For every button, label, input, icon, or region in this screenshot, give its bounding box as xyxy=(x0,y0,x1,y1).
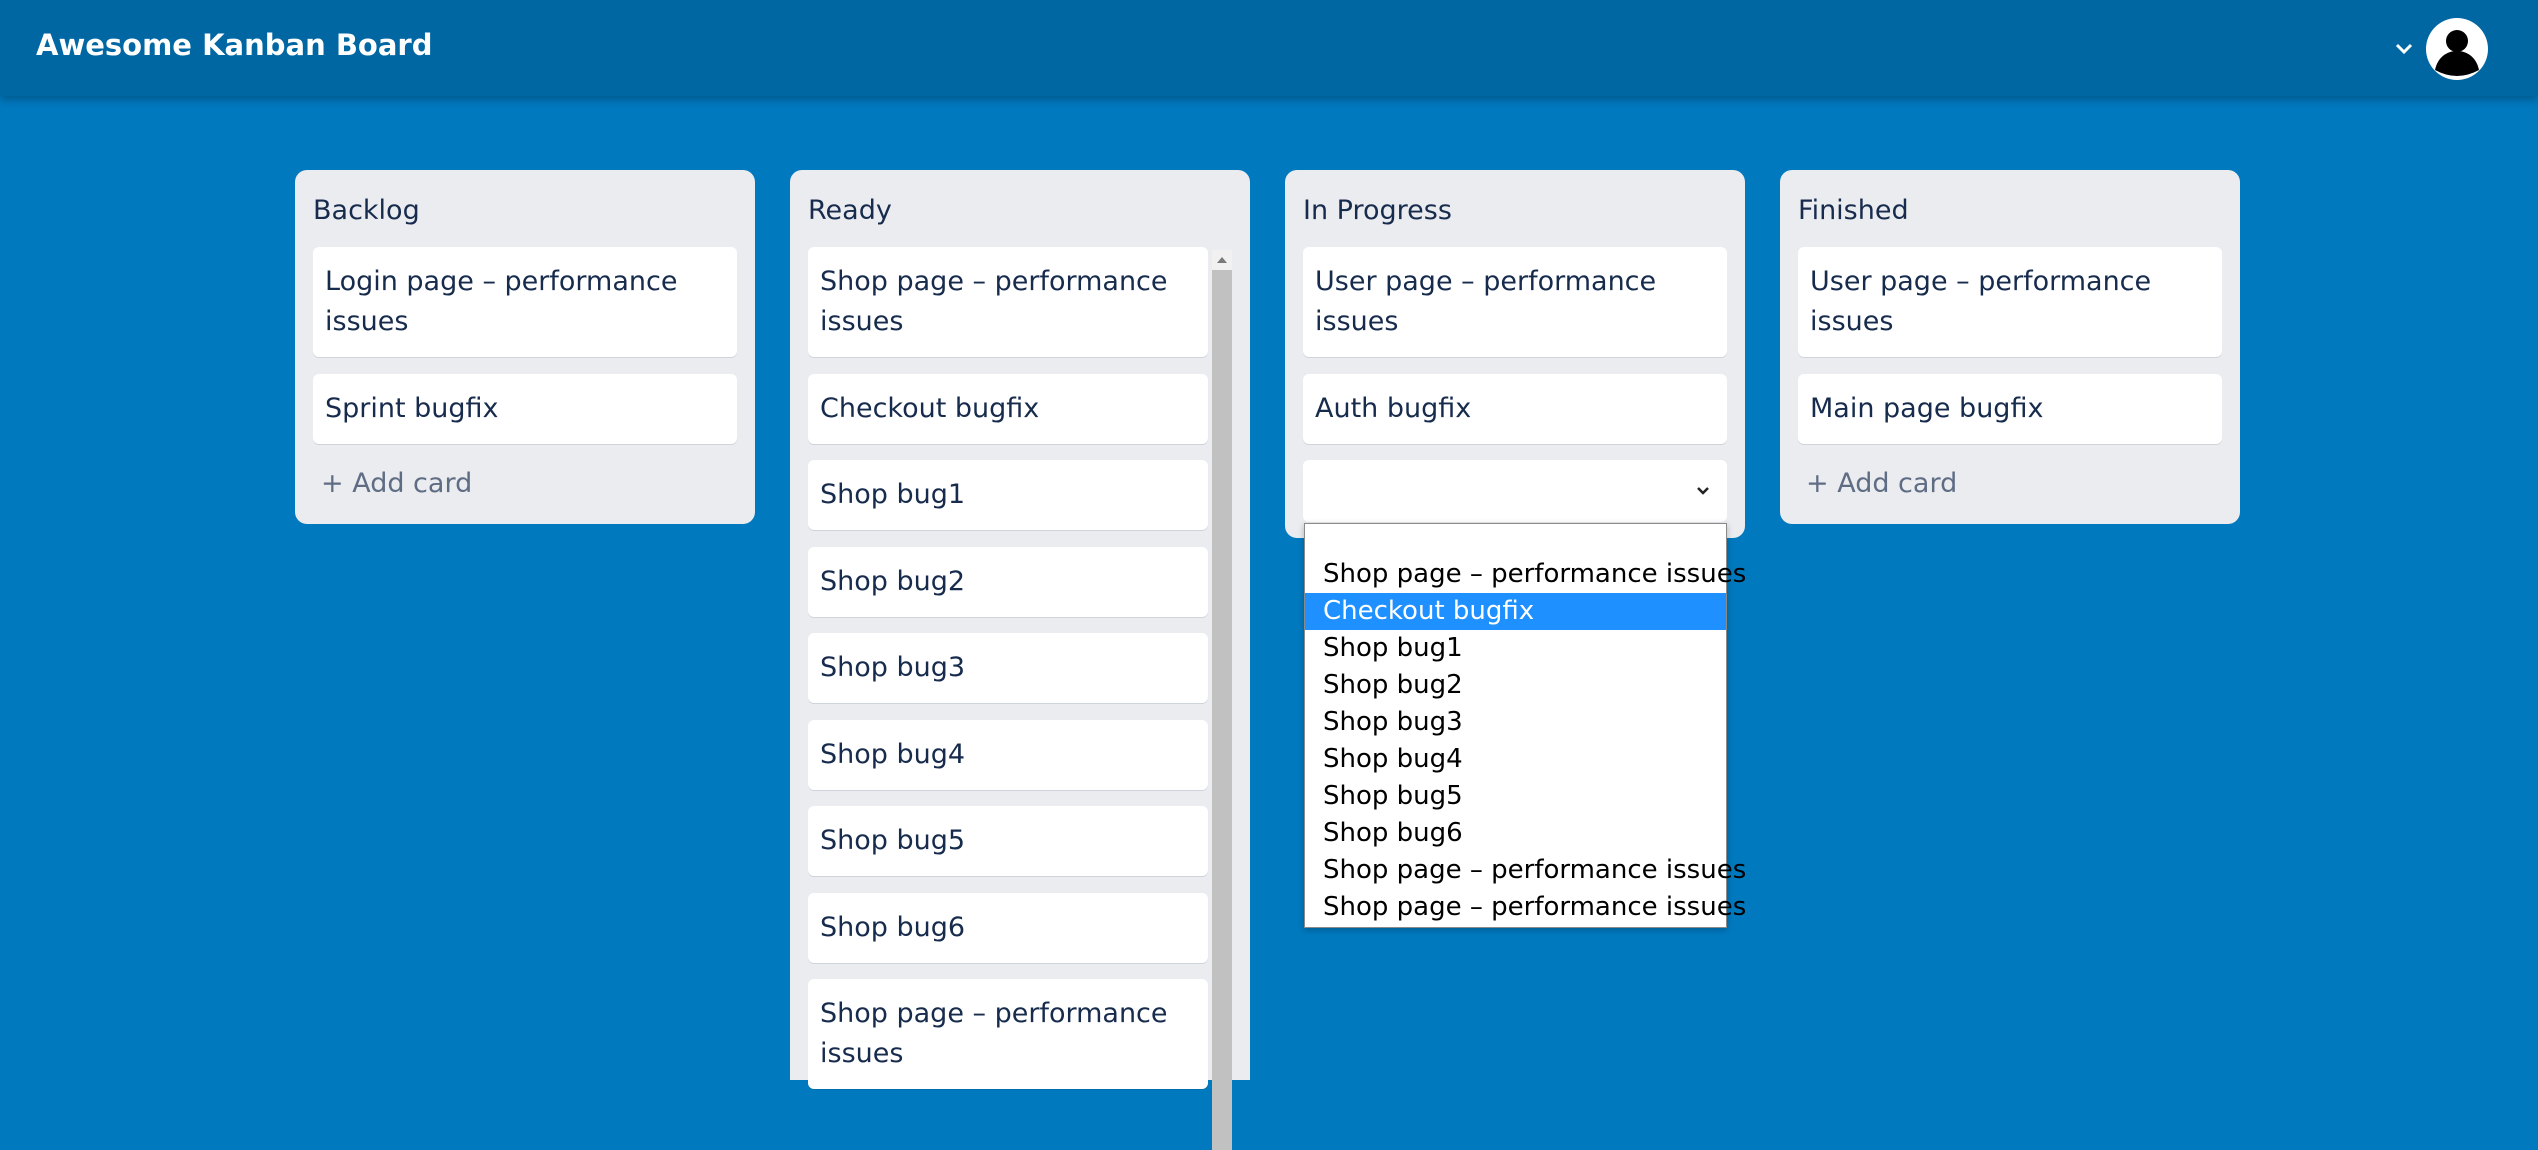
column-in-progress: In Progress User page – performance issu… xyxy=(1285,170,1745,538)
dropdown-option[interactable]: Shop page – performance issues xyxy=(1305,852,1746,889)
avatar[interactable] xyxy=(2426,18,2488,80)
dropdown-option[interactable]: Shop bug1 xyxy=(1305,630,1726,667)
card[interactable]: Shop bug1 xyxy=(808,460,1208,530)
add-card-button[interactable]: + Add card xyxy=(1806,468,1957,499)
card[interactable]: User page – performance issues xyxy=(1798,247,2222,357)
card[interactable]: Shop bug6 xyxy=(808,893,1208,963)
card-select[interactable] xyxy=(1303,460,1727,522)
chevron-down-icon[interactable] xyxy=(1691,479,1715,503)
app-title: Awesome Kanban Board xyxy=(36,28,433,62)
column-finished: Finished User page – performance issues … xyxy=(1780,170,2240,524)
card[interactable]: Login page – performance issues xyxy=(313,247,737,357)
dropdown-option-selected[interactable]: Checkout bugfix xyxy=(1305,593,1726,630)
user-menu[interactable] xyxy=(2392,18,2488,80)
dropdown-option[interactable]: Shop bug4 xyxy=(1305,741,1726,778)
app-header: Awesome Kanban Board xyxy=(0,0,2538,96)
column-title: Finished xyxy=(1798,195,1909,226)
dropdown-option[interactable]: Shop bug3 xyxy=(1305,704,1726,741)
column-title: Ready xyxy=(808,195,892,226)
column-title: In Progress xyxy=(1303,195,1452,226)
card[interactable]: User page – performance issues xyxy=(1303,247,1727,357)
card[interactable]: Shop page – performance issues xyxy=(808,247,1208,357)
scrollbar[interactable] xyxy=(1212,250,1232,1150)
card[interactable]: Shop bug2 xyxy=(808,547,1208,617)
card[interactable]: Shop page – performance issues xyxy=(808,979,1208,1089)
card[interactable]: Shop bug4 xyxy=(808,720,1208,790)
card[interactable]: Main page bugfix xyxy=(1798,374,2222,444)
card[interactable]: Checkout bugfix xyxy=(808,374,1208,444)
column-title: Backlog xyxy=(313,195,420,226)
scroll-up-icon[interactable] xyxy=(1212,250,1232,270)
dropdown-option[interactable]: Shop bug5 xyxy=(1305,778,1726,815)
select-dropdown[interactable]: Shop page – performance issues Checkout … xyxy=(1304,523,1746,928)
dropdown-option[interactable]: Shop bug2 xyxy=(1305,667,1726,704)
dropdown-option[interactable]: Shop bug6 xyxy=(1305,815,1726,852)
card[interactable]: Shop bug3 xyxy=(808,633,1208,703)
column-backlog: Backlog Login page – performance issues … xyxy=(295,170,755,524)
add-card-button[interactable]: + Add card xyxy=(321,468,472,499)
card[interactable]: Sprint bugfix xyxy=(313,374,737,444)
column-ready: Ready Shop page – performance issues Che… xyxy=(790,170,1250,1150)
dropdown-option[interactable]: Shop page – performance issues xyxy=(1305,889,1746,926)
card[interactable]: Shop bug5 xyxy=(808,806,1208,876)
chevron-down-icon[interactable] xyxy=(2392,37,2416,61)
dropdown-option[interactable]: Shop page – performance issues xyxy=(1305,556,1746,593)
card[interactable]: Auth bugfix xyxy=(1303,374,1727,444)
